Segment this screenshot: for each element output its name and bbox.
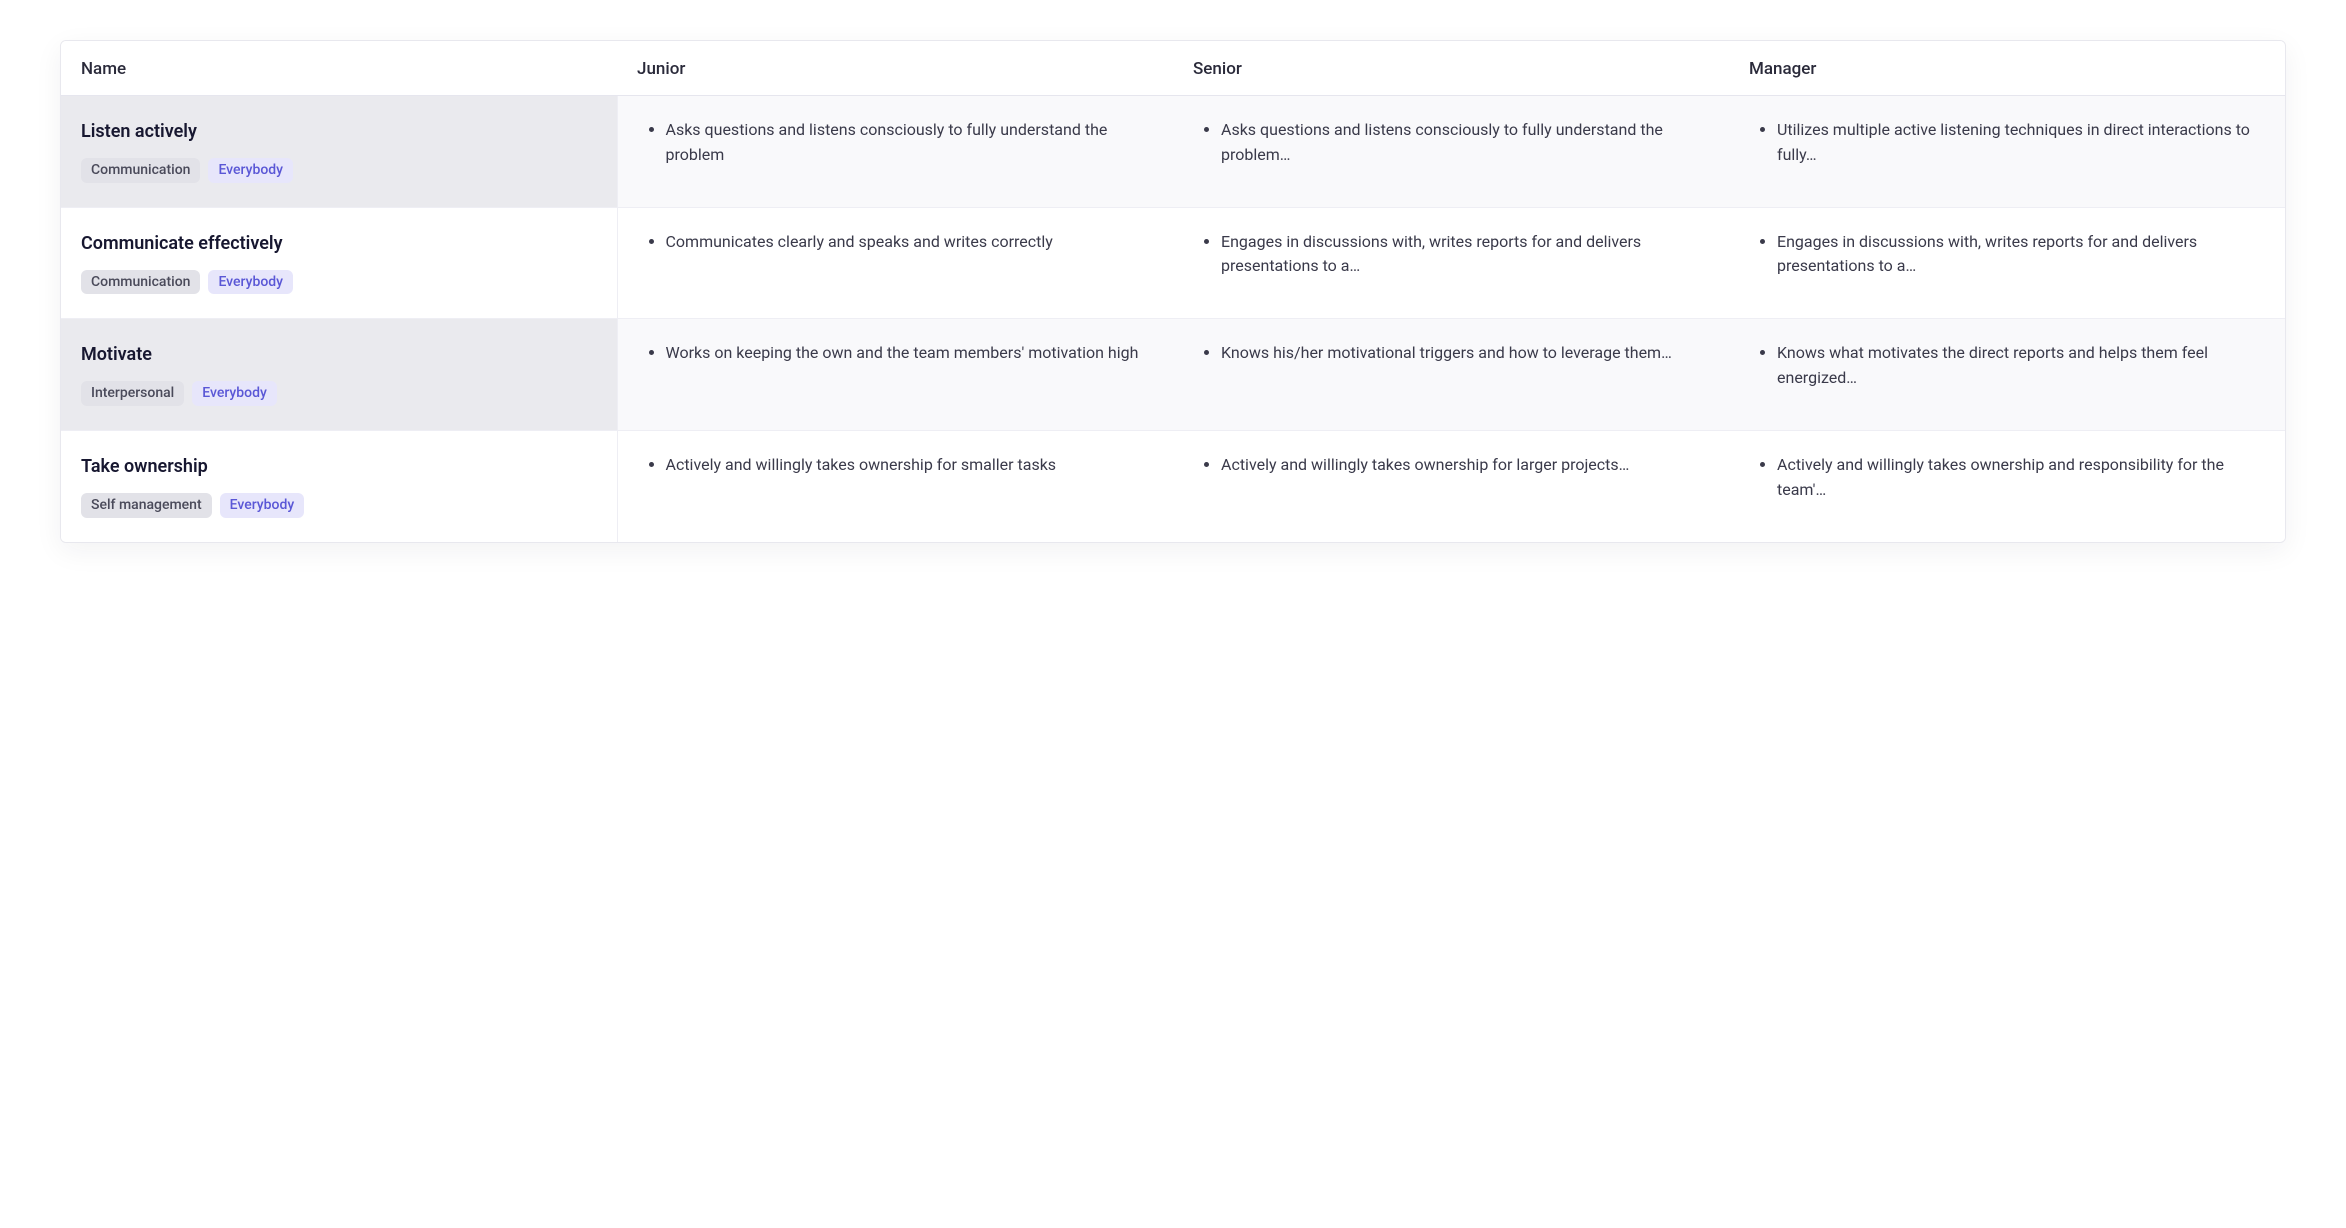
level-bullets: Asks questions and listens consciously t…: [1193, 118, 1709, 168]
skill-name-cell: Take ownership Self management Everybody: [61, 431, 617, 542]
level-cell-junior[interactable]: Actively and willingly takes ownership f…: [617, 431, 1173, 542]
column-header-name[interactable]: Name: [61, 41, 617, 96]
level-bullet: Actively and willingly takes ownership f…: [666, 453, 1154, 478]
column-header-junior[interactable]: Junior: [617, 41, 1173, 96]
skill-tag-audience[interactable]: Everybody: [208, 158, 293, 183]
level-bullets: Actively and willingly takes ownership a…: [1749, 453, 2265, 503]
level-bullets: Engages in discussions with, writes repo…: [1193, 230, 1709, 280]
level-bullet: Utilizes multiple active listening techn…: [1777, 118, 2265, 168]
skill-title: Listen actively: [81, 118, 597, 146]
column-header-manager[interactable]: Manager: [1729, 41, 2285, 96]
skill-tag-audience[interactable]: Everybody: [208, 270, 293, 295]
level-bullet: Works on keeping the own and the team me…: [666, 341, 1154, 366]
level-bullets: Knows what motivates the direct reports …: [1749, 341, 2265, 391]
table-header-row: Name Junior Senior Manager: [61, 41, 2285, 96]
level-bullets: Actively and willingly takes ownership f…: [1193, 453, 1709, 478]
level-cell-manager[interactable]: Knows what motivates the direct reports …: [1729, 319, 2285, 431]
level-bullets: Communicates clearly and speaks and writ…: [638, 230, 1154, 255]
level-bullet: Engages in discussions with, writes repo…: [1777, 230, 2265, 280]
level-cell-senior[interactable]: Asks questions and listens consciously t…: [1173, 96, 1729, 208]
competency-matrix-card: Name Junior Senior Manager Listen active…: [60, 40, 2286, 543]
level-bullet: Actively and willingly takes ownership f…: [1221, 453, 1709, 478]
table-row[interactable]: Motivate Interpersonal Everybody Works o…: [61, 319, 2285, 431]
level-bullet: Asks questions and listens consciously t…: [1221, 118, 1709, 168]
level-cell-manager[interactable]: Utilizes multiple active listening techn…: [1729, 96, 2285, 208]
level-cell-junior[interactable]: Communicates clearly and speaks and writ…: [617, 207, 1173, 319]
level-bullet: Engages in discussions with, writes repo…: [1221, 230, 1709, 280]
level-cell-manager[interactable]: Actively and willingly takes ownership a…: [1729, 431, 2285, 542]
level-bullets: Utilizes multiple active listening techn…: [1749, 118, 2265, 168]
skill-title: Communicate effectively: [81, 230, 597, 258]
skill-tags: Communication Everybody: [81, 158, 597, 183]
skill-tag-audience[interactable]: Everybody: [192, 381, 277, 406]
level-bullets: Asks questions and listens consciously t…: [638, 118, 1154, 168]
skill-name-cell: Communicate effectively Communication Ev…: [61, 207, 617, 319]
level-cell-senior[interactable]: Actively and willingly takes ownership f…: [1173, 431, 1729, 542]
skill-name-cell: Motivate Interpersonal Everybody: [61, 319, 617, 431]
level-cell-senior[interactable]: Knows his/her motivational triggers and …: [1173, 319, 1729, 431]
level-bullet: Asks questions and listens consciously t…: [666, 118, 1154, 168]
level-bullet: Knows what motivates the direct reports …: [1777, 341, 2265, 391]
column-header-senior[interactable]: Senior: [1173, 41, 1729, 96]
skill-tag-category[interactable]: Communication: [81, 270, 200, 295]
level-bullets: Knows his/her motivational triggers and …: [1193, 341, 1709, 366]
table-row[interactable]: Communicate effectively Communication Ev…: [61, 207, 2285, 319]
level-bullets: Engages in discussions with, writes repo…: [1749, 230, 2265, 280]
skill-tag-audience[interactable]: Everybody: [220, 493, 305, 518]
level-cell-junior[interactable]: Works on keeping the own and the team me…: [617, 319, 1173, 431]
skill-tags: Interpersonal Everybody: [81, 381, 597, 406]
level-cell-junior[interactable]: Asks questions and listens consciously t…: [617, 96, 1173, 208]
skill-title: Take ownership: [81, 453, 597, 481]
table-row[interactable]: Take ownership Self management Everybody…: [61, 431, 2285, 542]
skill-tag-category[interactable]: Communication: [81, 158, 200, 183]
competency-table: Name Junior Senior Manager Listen active…: [61, 41, 2285, 542]
level-bullet: Knows his/her motivational triggers and …: [1221, 341, 1709, 366]
skill-title: Motivate: [81, 341, 597, 369]
skill-tags: Self management Everybody: [81, 493, 597, 518]
skill-name-cell: Listen actively Communication Everybody: [61, 96, 617, 208]
level-bullet: Actively and willingly takes ownership a…: [1777, 453, 2265, 503]
level-cell-manager[interactable]: Engages in discussions with, writes repo…: [1729, 207, 2285, 319]
skill-tag-category[interactable]: Interpersonal: [81, 381, 184, 406]
level-bullet: Communicates clearly and speaks and writ…: [666, 230, 1154, 255]
level-cell-senior[interactable]: Engages in discussions with, writes repo…: [1173, 207, 1729, 319]
skill-tags: Communication Everybody: [81, 270, 597, 295]
skill-tag-category[interactable]: Self management: [81, 493, 212, 518]
level-bullets: Actively and willingly takes ownership f…: [638, 453, 1154, 478]
level-bullets: Works on keeping the own and the team me…: [638, 341, 1154, 366]
table-row[interactable]: Listen actively Communication Everybody …: [61, 96, 2285, 208]
